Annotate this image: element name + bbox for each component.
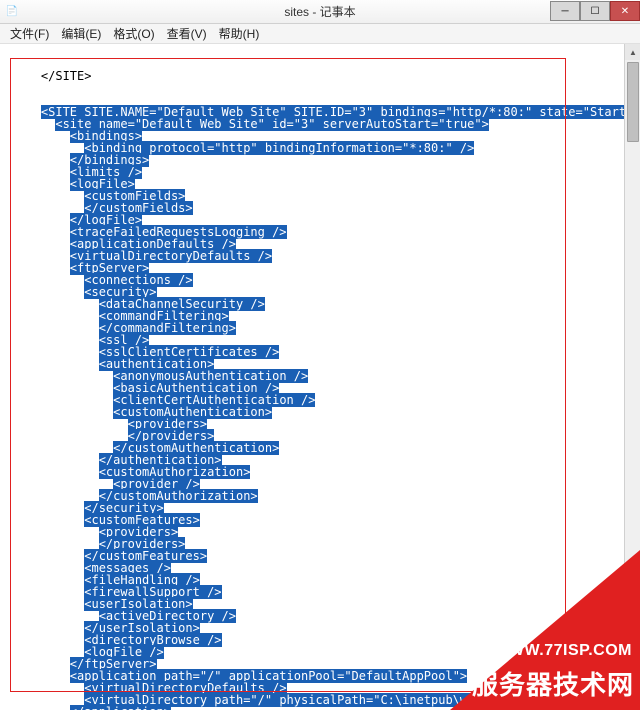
menu-help[interactable]: 帮助(H) — [213, 23, 266, 44]
maximize-button[interactable]: ☐ — [580, 1, 610, 21]
menu-view[interactable]: 查看(V) — [161, 23, 213, 44]
text-line: </SITE> — [12, 70, 636, 82]
window-controls: ─ ☐ ✕ — [550, 0, 640, 23]
watermark-url: WWW.77ISP.COM — [493, 642, 632, 660]
scroll-up-arrow[interactable]: ▲ — [625, 44, 640, 60]
watermark-text: 服务器技术网 — [472, 665, 634, 702]
menu-format[interactable]: 格式(O) — [107, 23, 160, 44]
scrollbar-thumb[interactable] — [627, 62, 639, 142]
menu-edit[interactable]: 编辑(E) — [55, 23, 107, 44]
window-title: sites - 记事本 — [0, 3, 640, 20]
app-icon: 📄 — [4, 4, 20, 20]
close-button[interactable]: ✕ — [610, 1, 640, 21]
menu-file[interactable]: 文件(F) — [4, 23, 55, 44]
titlebar: 📄 sites - 记事本 ─ ☐ ✕ — [0, 0, 640, 24]
minimize-button[interactable]: ─ — [550, 1, 580, 21]
menubar: 文件(F) 编辑(E) 格式(O) 查看(V) 帮助(H) — [0, 24, 640, 44]
